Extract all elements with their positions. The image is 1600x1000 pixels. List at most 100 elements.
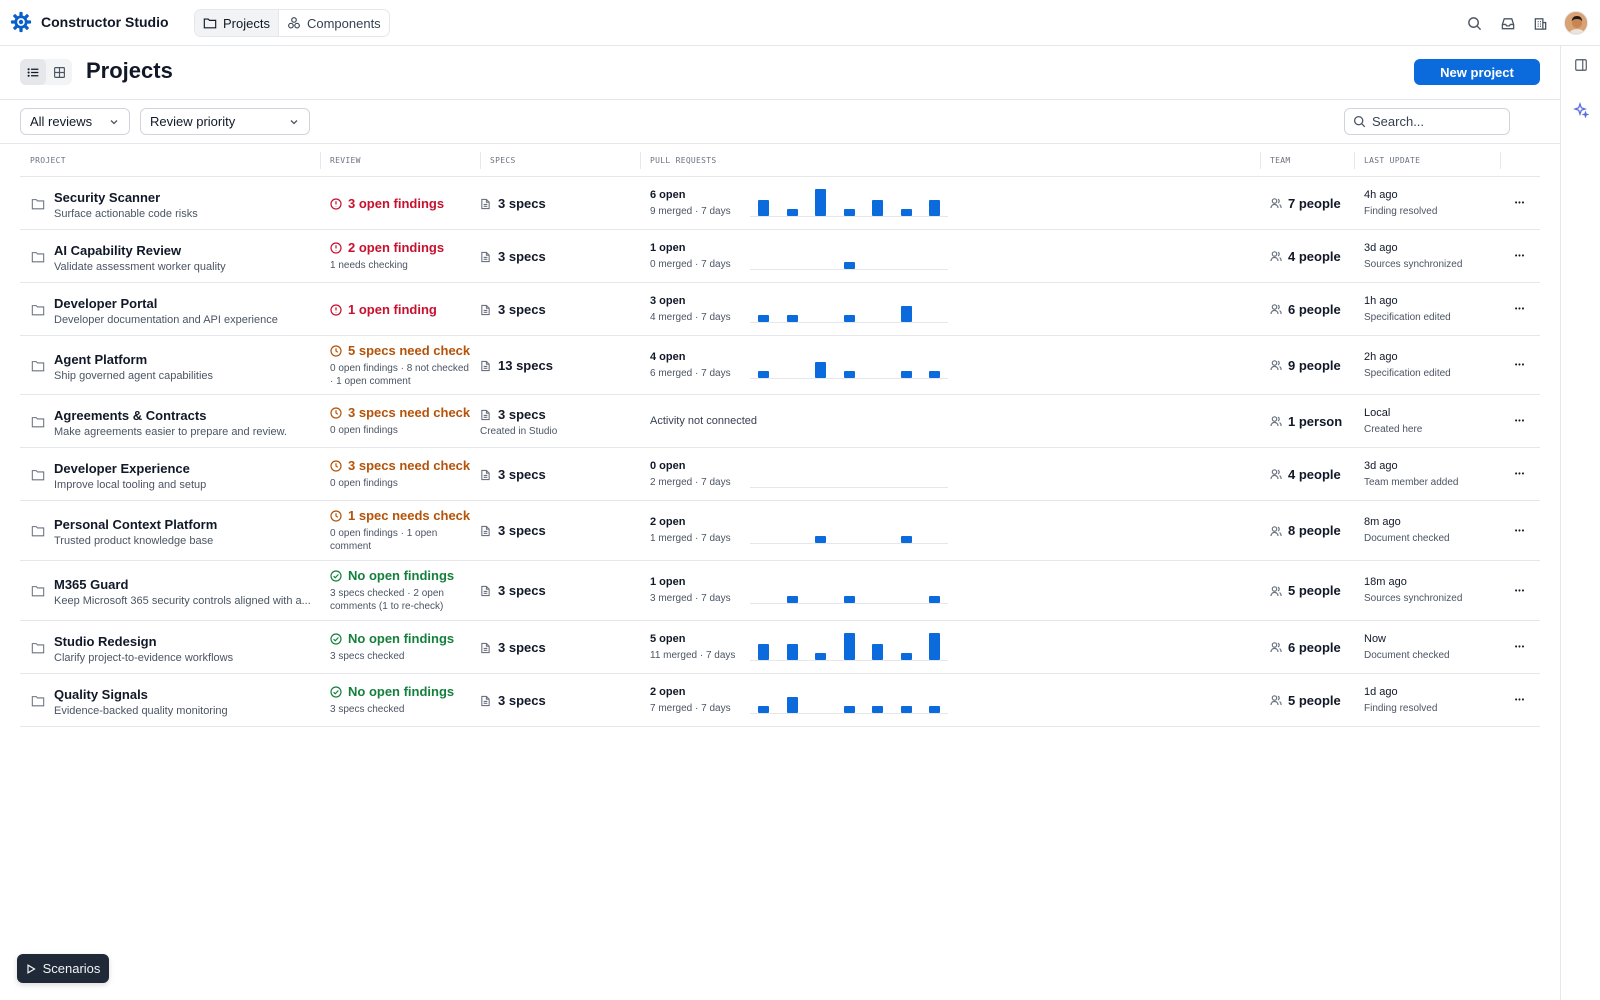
project-name[interactable]: AI Capability Review (54, 243, 314, 258)
search-icon[interactable] (1465, 14, 1484, 33)
specs-count[interactable]: 3 specs (480, 249, 546, 264)
more-actions-icon[interactable]: ••• (1510, 250, 1530, 264)
table-row[interactable]: Developer Experience Improve local toolin… (20, 448, 1540, 501)
project-name[interactable]: Developer Experience (54, 461, 314, 476)
more-actions-icon[interactable]: ••• (1510, 359, 1530, 373)
specs-count[interactable]: 13 specs (480, 358, 553, 373)
more-actions-icon[interactable]: ••• (1510, 694, 1530, 708)
pull-requests-open[interactable]: 6 open (650, 189, 731, 201)
table-row[interactable]: Personal Context Platform Trusted product… (20, 501, 1540, 561)
tab-components[interactable]: Components (277, 10, 389, 36)
more-actions-icon[interactable]: ••• (1510, 415, 1530, 429)
project-cell[interactable]: Developer Portal Developer documentation … (54, 296, 314, 326)
specs-count[interactable]: 3 specs (480, 407, 557, 422)
table-row[interactable]: Agreements & Contracts Make agreements ea… (20, 395, 1540, 448)
user-avatar[interactable] (1564, 11, 1588, 35)
team-size[interactable]: 7 people (1270, 196, 1341, 211)
column-header-review[interactable]: REVIEW (330, 156, 361, 165)
column-header-specs[interactable]: SPECS (490, 156, 516, 165)
more-actions-icon[interactable]: ••• (1510, 524, 1530, 538)
project-cell[interactable]: AI Capability Review Validate assessment … (54, 243, 314, 273)
project-name[interactable]: Quality Signals (54, 687, 314, 702)
table-row[interactable]: Quality Signals Evidence-backed quality m… (20, 674, 1540, 727)
column-header-pull-requests[interactable]: PULL REQUESTS (650, 156, 717, 165)
project-name[interactable]: Agreements & Contracts (54, 408, 314, 423)
project-name[interactable]: Security Scanner (54, 190, 314, 205)
more-actions-icon[interactable]: ••• (1510, 197, 1530, 211)
project-cell[interactable]: Studio Redesign Clarify project-to-eviden… (54, 634, 314, 664)
more-actions-icon[interactable]: ••• (1510, 303, 1530, 317)
pull-requests-open[interactable]: 3 open (650, 295, 731, 307)
project-name[interactable]: Developer Portal (54, 296, 314, 311)
sort-select[interactable]: Review priority (140, 108, 310, 135)
specs-count[interactable]: 3 specs (480, 467, 546, 482)
specs-count[interactable]: 3 specs (480, 583, 546, 598)
specs-count[interactable]: 3 specs (480, 523, 546, 538)
inbox-icon[interactable] (1498, 14, 1517, 33)
review-status[interactable]: 1 open finding (330, 302, 437, 317)
pull-requests-open[interactable]: 5 open (650, 633, 735, 645)
project-name[interactable]: Studio Redesign (54, 634, 314, 649)
review-status[interactable]: 1 spec needs check (330, 508, 475, 523)
pull-requests-open[interactable]: 1 open (650, 576, 731, 588)
project-cell[interactable]: Developer Experience Improve local toolin… (54, 461, 314, 491)
more-actions-icon[interactable]: ••• (1510, 641, 1530, 655)
review-status[interactable]: No open findings (330, 684, 475, 699)
pull-requests-open[interactable]: 2 open (650, 686, 731, 698)
pull-requests-open[interactable]: 1 open (650, 242, 731, 254)
list-view-icon[interactable] (20, 59, 46, 85)
team-size[interactable]: 4 people (1270, 467, 1341, 482)
table-row[interactable]: AI Capability Review Validate assessment … (20, 230, 1540, 283)
project-cell[interactable]: Agent Platform Ship governed agent capabi… (54, 352, 314, 382)
review-filter-select[interactable]: All reviews (20, 108, 130, 135)
review-status[interactable]: 2 open findings (330, 240, 475, 255)
review-status[interactable]: No open findings (330, 631, 475, 646)
team-size[interactable]: 4 people (1270, 249, 1341, 264)
panel-toggle-icon[interactable] (1572, 56, 1590, 74)
team-size[interactable]: 9 people (1270, 358, 1341, 373)
project-cell[interactable]: Quality Signals Evidence-backed quality m… (54, 687, 314, 717)
team-size[interactable]: 6 people (1270, 302, 1341, 317)
new-project-button[interactable]: New project (1414, 59, 1540, 85)
scenarios-button[interactable]: Scenarios (17, 954, 109, 983)
specs-count[interactable]: 3 specs (480, 693, 546, 708)
search-input[interactable] (1372, 114, 1502, 129)
more-actions-icon[interactable]: ••• (1510, 468, 1530, 482)
review-status[interactable]: 3 specs need check (330, 405, 475, 420)
more-actions-icon[interactable]: ••• (1510, 584, 1530, 598)
column-header-project[interactable]: PROJECT (30, 156, 66, 165)
ai-sparkle-icon[interactable] (1572, 101, 1590, 119)
review-status[interactable]: No open findings (330, 568, 475, 583)
pull-requests-open[interactable]: 2 open (650, 516, 731, 528)
project-cell[interactable]: Personal Context Platform Trusted product… (54, 517, 314, 547)
table-row[interactable]: Developer Portal Developer documentation … (20, 283, 1540, 336)
team-size[interactable]: 5 people (1270, 693, 1341, 708)
table-row[interactable]: Agent Platform Ship governed agent capabi… (20, 336, 1540, 395)
table-row[interactable]: Security Scanner Surface actionable code … (20, 177, 1540, 230)
review-status[interactable]: 3 specs need check (330, 458, 475, 473)
specs-count[interactable]: 3 specs (480, 302, 546, 317)
project-name[interactable]: Personal Context Platform (54, 517, 314, 532)
project-name[interactable]: Agent Platform (54, 352, 314, 367)
team-size[interactable]: 5 people (1270, 583, 1341, 598)
review-status[interactable]: 5 specs need check (330, 343, 475, 358)
brand[interactable]: Constructor Studio (10, 11, 169, 33)
project-cell[interactable]: M365 Guard Keep Microsoft 365 security co… (54, 577, 314, 607)
specs-count[interactable]: 3 specs (480, 640, 546, 655)
table-row[interactable]: Studio Redesign Clarify project-to-eviden… (20, 621, 1540, 674)
specs-count[interactable]: 3 specs (480, 196, 546, 211)
team-size[interactable]: 6 people (1270, 640, 1341, 655)
project-cell[interactable]: Security Scanner Surface actionable code … (54, 190, 314, 220)
table-row[interactable]: M365 Guard Keep Microsoft 365 security co… (20, 561, 1540, 621)
review-status[interactable]: 3 open findings (330, 196, 444, 211)
column-header-team[interactable]: TEAM (1270, 156, 1290, 165)
pull-requests-open[interactable]: 0 open (650, 460, 731, 472)
column-header-last-update[interactable]: LAST UPDATE (1364, 156, 1420, 165)
tab-projects[interactable]: Projects (195, 10, 278, 36)
team-size[interactable]: 8 people (1270, 523, 1341, 538)
grid-view-icon[interactable] (46, 59, 72, 85)
project-name[interactable]: M365 Guard (54, 577, 314, 592)
project-cell[interactable]: Agreements & Contracts Make agreements ea… (54, 408, 314, 438)
pull-requests-open[interactable]: 4 open (650, 351, 731, 363)
organization-icon[interactable] (1531, 14, 1550, 33)
